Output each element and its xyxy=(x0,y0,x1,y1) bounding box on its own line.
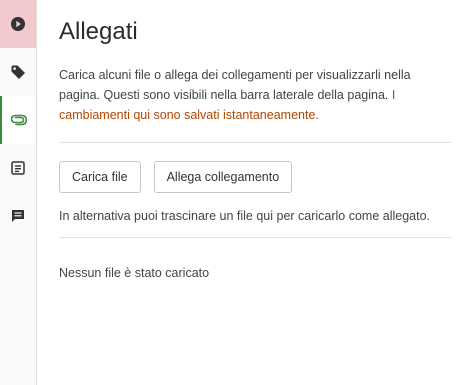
rail-attachments-button[interactable] xyxy=(0,96,36,144)
sidebar-rail xyxy=(0,0,37,385)
rail-comments-button[interactable] xyxy=(0,192,36,240)
description: Carica alcuni file o allega dei collegam… xyxy=(59,65,452,125)
paperclip-icon xyxy=(11,114,27,126)
form-icon xyxy=(11,161,25,175)
rail-tags-button[interactable] xyxy=(0,48,36,96)
empty-state-text: Nessun file è stato caricato xyxy=(59,266,210,280)
attach-link-button[interactable]: Allega collegamento xyxy=(153,161,293,193)
drag-drop-hint: In alternativa puoi trascinare un file q… xyxy=(59,209,431,223)
attachments-panel: Allegati Carica alcuni file o allega dei… xyxy=(59,0,452,280)
divider xyxy=(59,142,452,143)
action-buttons: Carica file Allega collegamento xyxy=(59,161,452,193)
comment-icon xyxy=(12,210,24,222)
description-text: Carica alcuni file o allega dei collegam… xyxy=(59,68,411,102)
rail-play-button[interactable] xyxy=(0,0,36,48)
page-title: Allegati xyxy=(59,18,138,45)
divider xyxy=(59,237,452,238)
play-circle-icon xyxy=(11,17,25,31)
tag-icon xyxy=(11,65,25,79)
rail-form-button[interactable] xyxy=(0,144,36,192)
upload-file-button[interactable]: Carica file xyxy=(59,161,141,193)
